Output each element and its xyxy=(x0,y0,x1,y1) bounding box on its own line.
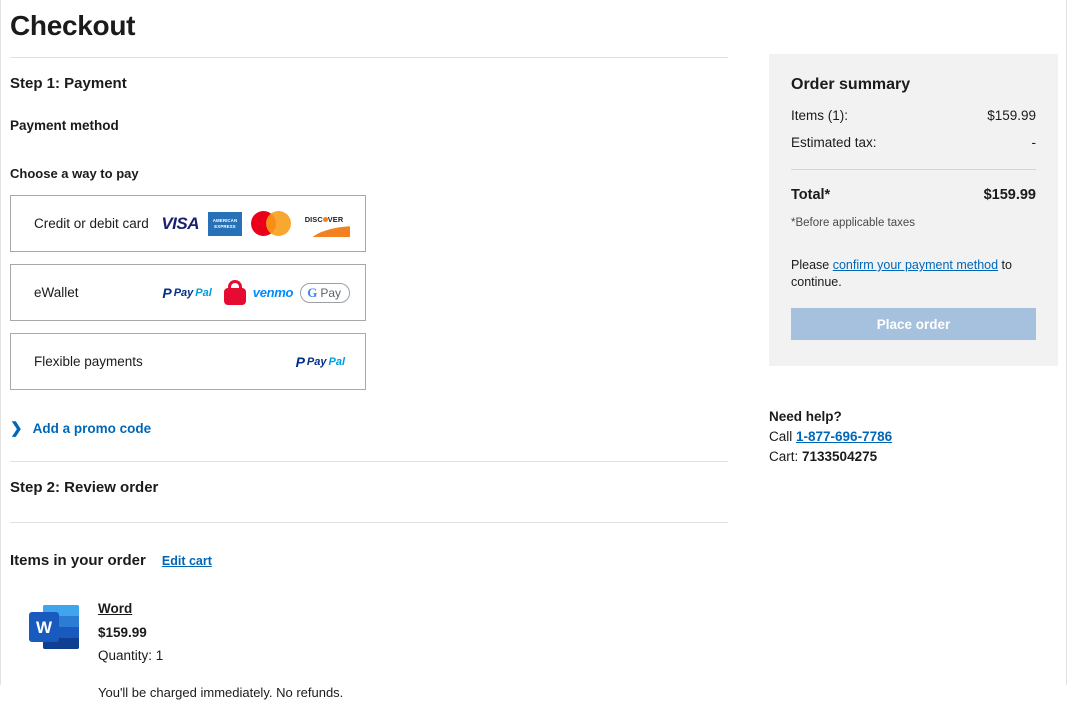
word-icon-letter: W xyxy=(29,612,59,642)
order-item-quantity: Quantity: 1 xyxy=(98,648,164,663)
summary-row-items: Items (1): $159.99 xyxy=(791,108,1036,123)
paypal-logo: P Pay Pal xyxy=(290,348,350,375)
order-item-name-link[interactable]: Word xyxy=(98,601,132,616)
amex-logo-text: AMERICAN EXPRESS xyxy=(212,218,238,229)
order-item-row: W Word $159.99 Quantity: 1 You'll be cha… xyxy=(10,600,728,714)
paypal-mark: P xyxy=(162,284,172,301)
payment-option-label: Flexible payments xyxy=(34,354,143,369)
title-divider xyxy=(10,57,728,58)
payment-option-label: eWallet xyxy=(34,285,79,300)
cart-number: 7133504275 xyxy=(802,449,878,464)
discover-logo-text: DISC VER xyxy=(304,214,344,224)
need-help-title: Need help? xyxy=(769,409,842,424)
step-1-heading: Step 1: Payment xyxy=(10,75,127,92)
promo-divider xyxy=(10,461,728,462)
google-pay-logo: G Pay xyxy=(300,282,350,303)
mastercard-logo xyxy=(251,211,291,236)
paypal-pal-text: Pal xyxy=(328,355,345,368)
summary-total-value: $159.99 xyxy=(983,187,1036,203)
help-cart-line: Cart: 7133504275 xyxy=(769,449,1058,464)
lock-body xyxy=(223,287,246,305)
add-promo-code-link[interactable]: ❯ Add a promo code xyxy=(10,421,151,436)
paypal-mark: P xyxy=(295,353,305,370)
summary-row-total: Total* $159.99 xyxy=(791,187,1036,203)
step-2-divider xyxy=(10,522,728,523)
lock-badge-icon xyxy=(223,279,246,306)
confirm-payment-method-link[interactable]: confirm your payment method xyxy=(833,258,998,272)
need-help-block: Need help? Call 1-877-696-7786 Cart: 713… xyxy=(769,409,1058,464)
summary-divider xyxy=(791,169,1036,170)
summary-items-label: Items (1): xyxy=(791,108,849,123)
step-2-heading: Step 2: Review order xyxy=(10,479,159,496)
items-header: Items in your order Edit cart xyxy=(10,552,728,569)
help-cart-prefix: Cart: xyxy=(769,449,803,464)
microsoft-word-icon: W xyxy=(29,603,79,649)
amex-logo: AMERICAN EXPRESS xyxy=(206,209,244,238)
order-item-price: $159.99 xyxy=(98,625,147,640)
choose-way-to-pay-label: Choose a way to pay xyxy=(10,166,139,181)
edit-cart-link[interactable]: Edit cart xyxy=(162,554,212,568)
payment-option-label: Credit or debit card xyxy=(34,216,149,231)
summary-items-value: $159.99 xyxy=(987,108,1036,123)
help-call-line: Call 1-877-696-7786 xyxy=(769,429,1058,444)
confirm-prefix: Please xyxy=(791,258,833,272)
venmo-logo: venmo xyxy=(252,285,294,300)
summary-tax-label: Estimated tax: xyxy=(791,135,877,150)
checkout-main-column: Checkout Step 1: Payment Payment method … xyxy=(10,0,728,714)
page-title: Checkout xyxy=(10,10,136,41)
summary-tax-value: - xyxy=(1031,135,1037,150)
visa-logo: VISA xyxy=(161,213,199,233)
payment-option-flexible-payments[interactable]: Flexible payments P Pay Pal xyxy=(10,333,366,390)
ewallet-brand-logos: P Pay Pal venmo G Pay xyxy=(157,279,350,306)
place-order-button[interactable]: Place order xyxy=(791,308,1036,340)
mastercard-yellow-circle xyxy=(266,211,291,236)
summary-row-tax: Estimated tax: - xyxy=(791,135,1036,150)
payment-method-label: Payment method xyxy=(10,118,119,133)
payment-option-ewallet[interactable]: eWallet P Pay Pal venmo G Pay xyxy=(10,264,366,321)
paypal-pay-text: Pay xyxy=(306,355,327,368)
paypal-logo: P Pay Pal xyxy=(157,279,217,306)
payment-option-credit-debit-card[interactable]: Credit or debit card VISA AMERICAN EXPRE… xyxy=(10,195,366,252)
confirm-payment-message: Please confirm your payment method to co… xyxy=(791,257,1036,291)
items-in-order-title: Items in your order xyxy=(10,552,146,569)
google-pay-text: Pay xyxy=(320,285,341,300)
discover-logo: DISC VER xyxy=(298,210,350,237)
order-item-charge-note: You'll be charged immediately. No refund… xyxy=(98,685,344,700)
paypal-pay-text: Pay xyxy=(173,286,194,299)
discover-swoosh xyxy=(307,225,350,237)
item-icon-container: W xyxy=(10,600,98,700)
card-brand-logos: VISA AMERICAN EXPRESS DISC VER xyxy=(161,209,350,238)
add-promo-code-label: Add a promo code xyxy=(32,421,152,436)
checkout-page: Checkout Step 1: Payment Payment method … xyxy=(0,0,1067,700)
chevron-right-icon: ❯ xyxy=(10,420,23,437)
summary-footnote: *Before applicable taxes xyxy=(791,217,916,229)
help-call-prefix: Call xyxy=(769,429,797,444)
flexible-payment-logos: P Pay Pal xyxy=(290,348,350,375)
support-phone-link[interactable]: 1-877-696-7786 xyxy=(796,429,892,444)
summary-total-label: Total* xyxy=(791,187,831,203)
order-summary-title: Order summary xyxy=(791,76,911,93)
google-g-icon: G xyxy=(307,285,318,300)
order-item-details: Word $159.99 Quantity: 1 You'll be charg… xyxy=(98,600,343,700)
paypal-pal-text: Pal xyxy=(195,286,212,299)
order-summary-panel: Order summary Items (1): $159.99 Estimat… xyxy=(769,54,1058,366)
